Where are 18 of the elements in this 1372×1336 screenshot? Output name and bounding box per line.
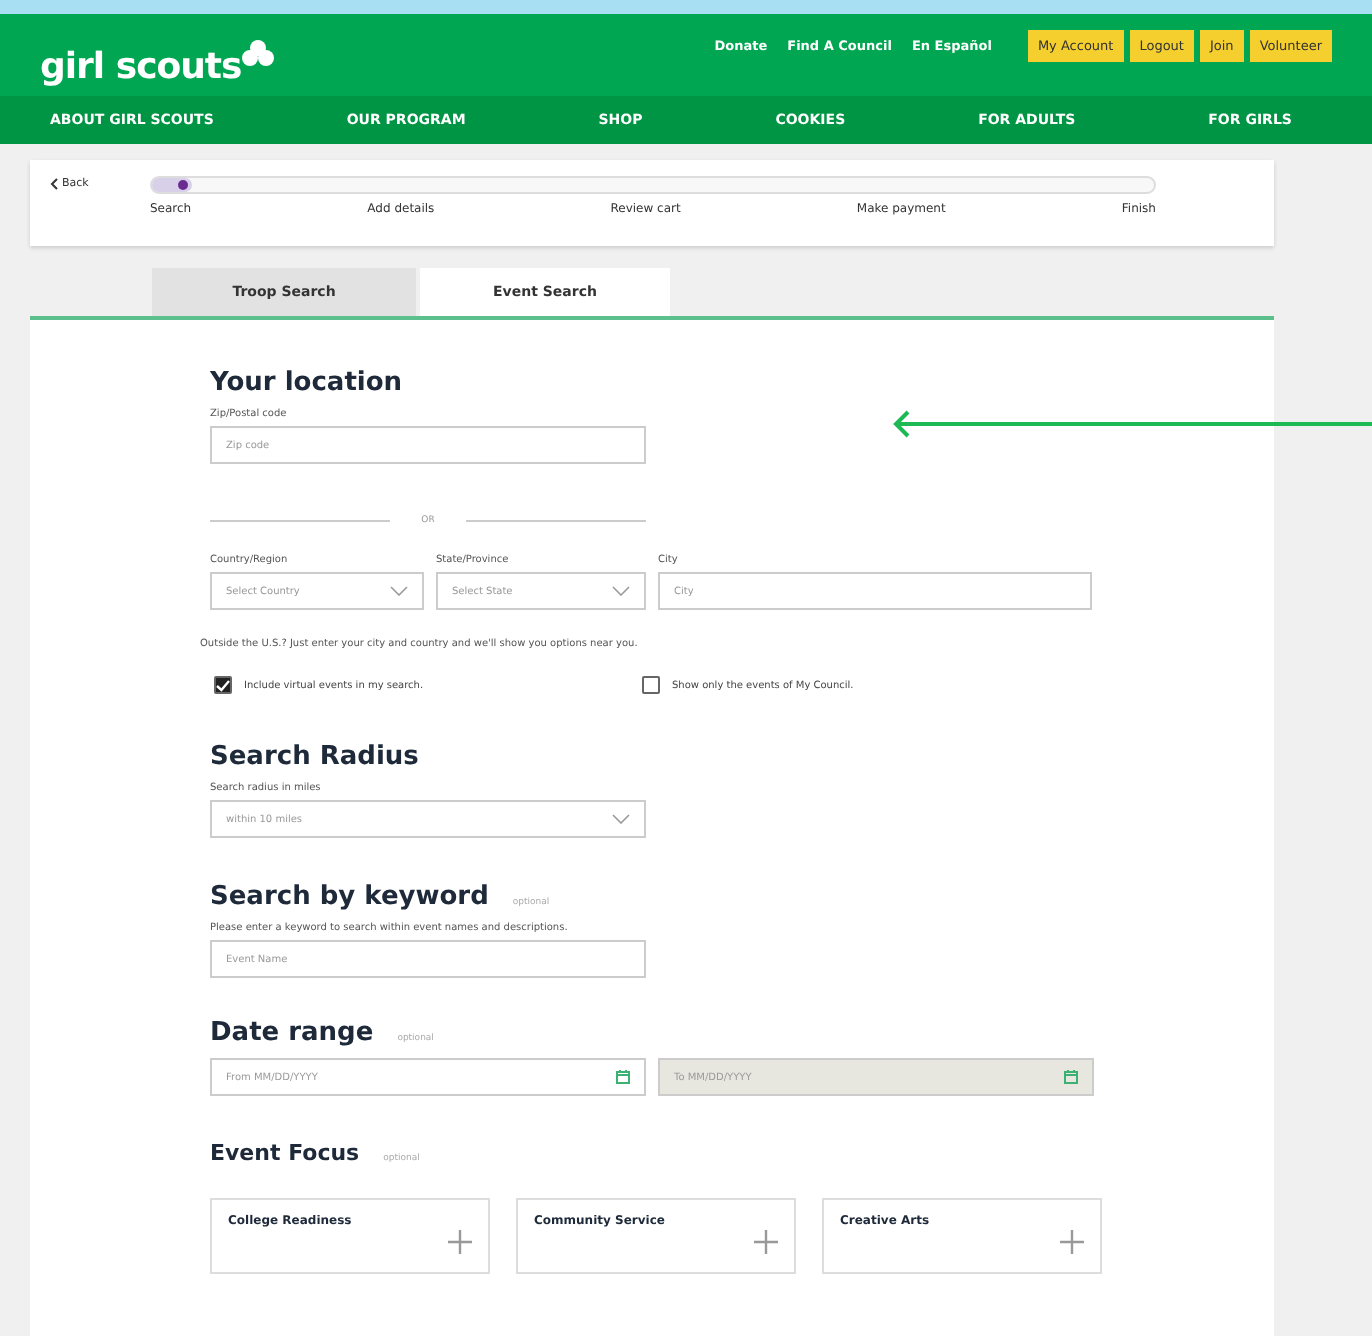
section-title: Event Focus: [210, 1140, 360, 1166]
section-title: Your location: [210, 368, 403, 398]
chevron-down-icon: [612, 586, 630, 596]
section-title: Search by keyword: [210, 882, 489, 912]
plus-icon[interactable]: [1060, 1230, 1084, 1254]
section-title: Search Radius: [210, 742, 419, 772]
chevron-down-icon: [612, 814, 630, 824]
chevron-down-icon: [390, 586, 408, 596]
plus-icon[interactable]: [754, 1230, 778, 1254]
checkbox[interactable]: [642, 676, 660, 694]
plus-icon[interactable]: [448, 1230, 472, 1254]
site-logo[interactable]: girl scouts: [40, 46, 242, 88]
progress-dot: [178, 180, 189, 190]
calendar-icon[interactable]: [616, 1070, 630, 1084]
trefoil-logo-icon: [241, 38, 274, 70]
checkbox[interactable]: [214, 676, 232, 694]
chevron-left-icon: [50, 178, 58, 190]
section-title: Date range: [210, 1018, 374, 1048]
